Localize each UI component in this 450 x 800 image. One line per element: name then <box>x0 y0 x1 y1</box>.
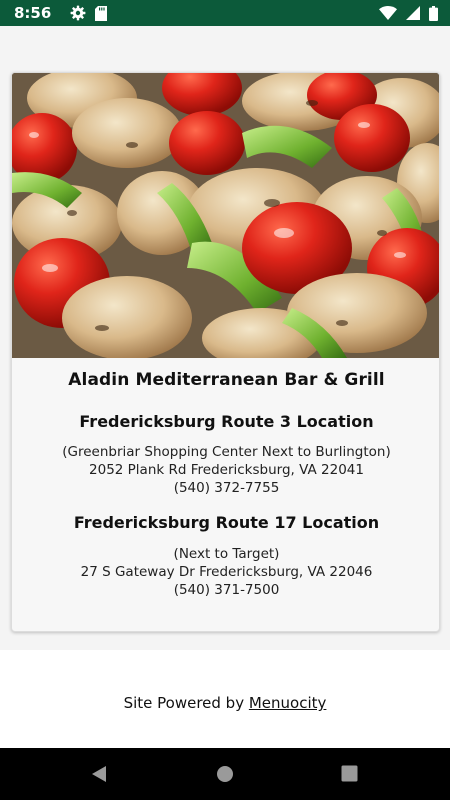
navigation-bar <box>0 748 450 800</box>
footer-prefix: Site Powered by <box>123 694 249 712</box>
food-skewer-photo <box>12 73 439 358</box>
status-time: 8:56 <box>14 4 52 22</box>
menuocity-link[interactable]: Menuocity <box>249 694 327 712</box>
status-bar: 8:56 <box>0 0 450 26</box>
restaurant-name: Aladin Mediterranean Bar & Grill <box>68 370 385 390</box>
sd-card-icon <box>95 5 108 21</box>
battery-icon <box>429 5 438 21</box>
location-address-route-3: 2052 Plank Rd Fredericksburg, VA 22041 <box>89 462 364 478</box>
location-phone-route-3[interactable]: (540) 372-7755 <box>12 480 439 496</box>
location-note-route-17: (Next to Target) <box>173 546 280 562</box>
location-title-route-3: Fredericksburg Route 3 Location <box>79 412 374 431</box>
home-icon[interactable] <box>216 765 234 787</box>
back-icon[interactable] <box>90 765 108 787</box>
wifi-icon <box>379 6 397 20</box>
restaurant-card: Aladin Mediterranean Bar & Grill Frederi… <box>11 72 440 632</box>
location-address-route-17: 27 S Gateway Dr Fredericksburg, VA 22046 <box>80 564 373 580</box>
location-title-route-17: Fredericksburg Route 17 Location <box>73 513 380 532</box>
gear-icon <box>70 5 86 21</box>
site-footer: Site Powered by Menuocity <box>0 650 450 748</box>
footer-text: Site Powered by Menuocity <box>0 694 450 712</box>
restaurant-info: Aladin Mediterranean Bar & Grill Frederi… <box>12 358 439 631</box>
location-phone-route-17[interactable]: (540) 371-7500 <box>12 582 439 598</box>
page-content: Aladin Mediterranean Bar & Grill Frederi… <box>0 26 450 650</box>
recents-icon[interactable] <box>341 765 358 786</box>
signal-icon <box>406 6 420 20</box>
location-note-route-3: (Greenbriar Shopping Center Next to Burl… <box>62 444 391 460</box>
